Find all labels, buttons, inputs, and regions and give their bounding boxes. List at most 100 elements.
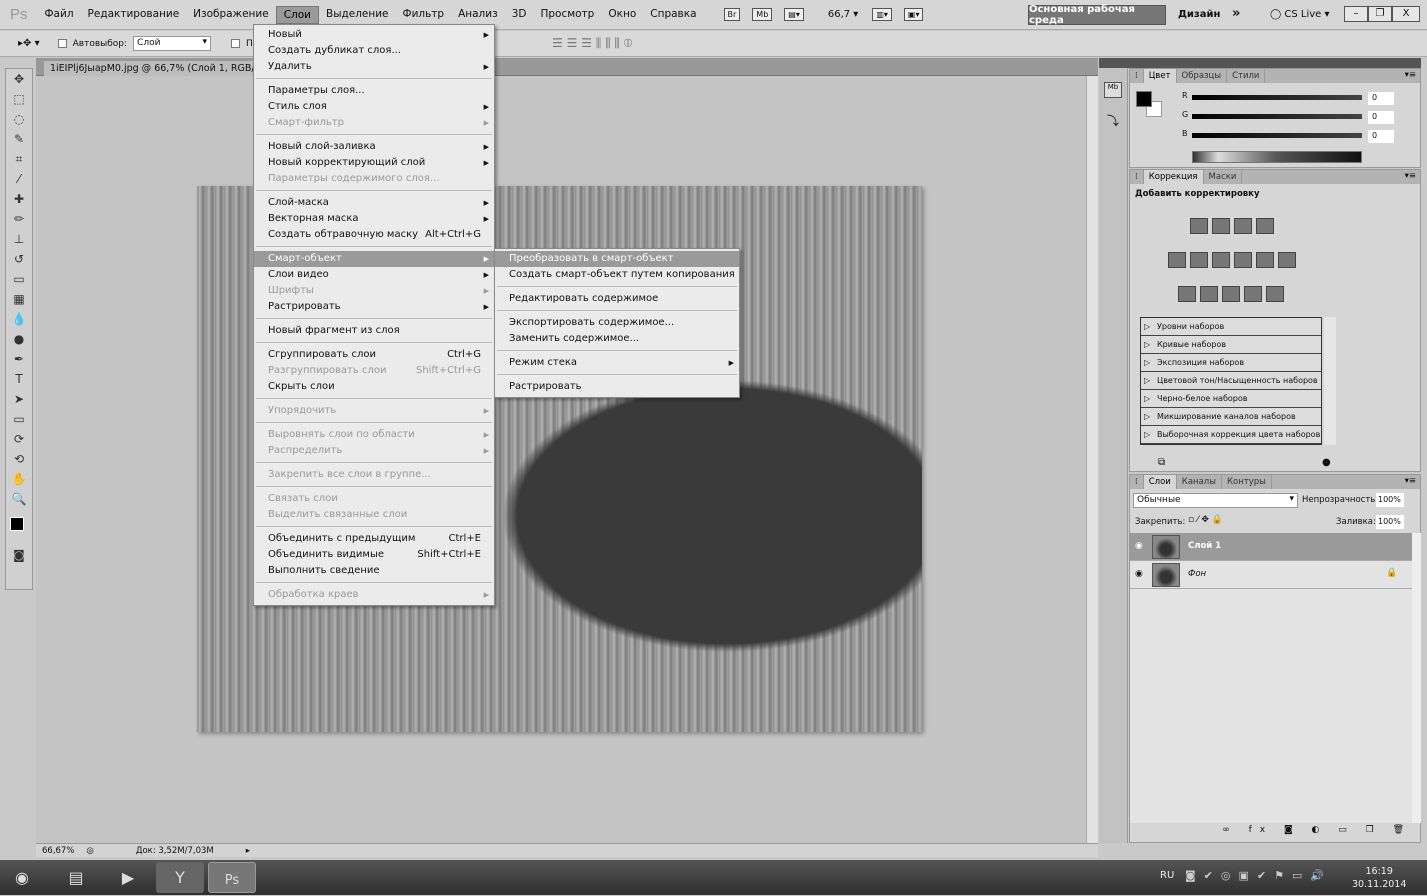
fill-input[interactable]: 100% <box>1376 515 1404 529</box>
panel-menu-icon[interactable]: ▾≡ <box>1405 476 1416 486</box>
menu-item[interactable]: Экспортировать содержимое... <box>495 315 739 331</box>
taskbar-media-player[interactable]: ▶ <box>104 862 152 893</box>
menu-1[interactable]: Редактирование <box>81 6 187 24</box>
canvas-vertical-scrollbar[interactable] <box>1086 76 1098 843</box>
threshold-icon[interactable] <box>1222 286 1240 302</box>
quick-mask-icon[interactable]: ◙ <box>6 545 32 565</box>
visibility-eye-icon[interactable]: ◉ <box>1135 541 1143 551</box>
tab-2[interactable]: Стили <box>1227 69 1266 83</box>
brightness-icon[interactable] <box>1190 218 1208 234</box>
zoom-dropdown[interactable]: 66,7 ▾ <box>828 9 858 20</box>
menu-item[interactable]: Новый корректирующий слой ▶ <box>254 155 494 171</box>
curves-icon[interactable] <box>1234 218 1252 234</box>
menu-item[interactable]: Скрыть слои <box>254 379 494 395</box>
channel-slider[interactable] <box>1192 133 1362 138</box>
menu-5[interactable]: Фильтр <box>396 6 452 24</box>
menu-2[interactable]: Изображение <box>186 6 276 24</box>
layer-row[interactable]: ◉ Слой 1 <box>1130 533 1412 561</box>
status-arrow-icon[interactable]: ▸ <box>240 846 256 856</box>
taskbar-browser[interactable]: Y <box>156 862 204 893</box>
layer-name[interactable]: Фон <box>1188 569 1206 579</box>
menu-item[interactable]: Выполнить сведение <box>254 563 494 579</box>
menu-8[interactable]: Просмотр <box>533 6 601 24</box>
crop-tool-icon[interactable]: ⌗ <box>6 149 32 169</box>
panel-grip[interactable]: ⁞ <box>1130 475 1144 489</box>
menu-item[interactable]: Разгруппировать слои Shift+Ctrl+G <box>254 363 494 379</box>
pen-tool-icon[interactable]: ✒ <box>6 349 32 369</box>
language-indicator[interactable]: RU <box>1160 870 1174 881</box>
black-white-icon[interactable] <box>1234 252 1252 268</box>
minibridge-button[interactable]: Mb <box>752 8 773 21</box>
minibridge-panel-icon[interactable]: Mb <box>1104 82 1122 98</box>
tab-2[interactable]: Контуры <box>1222 475 1272 489</box>
posterize-icon[interactable] <box>1200 286 1218 302</box>
visibility-eye-icon[interactable]: ◉ <box>1135 569 1143 579</box>
tray-icons[interactable]: ◙✔◎▣✔⚑▭🔊 <box>1185 869 1332 882</box>
dock-header[interactable] <box>1099 58 1421 68</box>
view-extras-button[interactable]: ▤▾ <box>784 8 804 21</box>
panel-menu-icon[interactable]: ▾≡ <box>1405 171 1416 181</box>
foreground-color-swatch[interactable] <box>10 517 24 531</box>
eraser-tool-icon[interactable]: ▭ <box>6 269 32 289</box>
clock[interactable]: 16:19 30.11.2014 <box>1352 865 1406 891</box>
history-brush-icon[interactable]: ↺ <box>6 249 32 269</box>
shape-tool-icon[interactable]: ▭ <box>6 409 32 429</box>
channel-value-input[interactable]: 0 <box>1368 130 1394 143</box>
arrange-button[interactable]: ▥▾ <box>872 8 892 21</box>
menu-item[interactable]: Смарт-фильтр ▶ <box>254 115 494 131</box>
show-transform-checkbox[interactable] <box>231 39 241 48</box>
menu-item[interactable]: Новый слой-заливка ▶ <box>254 139 494 155</box>
panel-grip[interactable]: ⁞ <box>1130 69 1144 83</box>
preset-item[interactable]: Микширование каналов наборов <box>1141 408 1321 426</box>
menu-item[interactable]: Растрировать <box>495 379 739 395</box>
menu-item[interactable]: Шрифты ▶ <box>254 283 494 299</box>
menu-item[interactable]: Создать дубликат слоя... <box>254 43 494 59</box>
menu-6[interactable]: Анализ <box>451 6 505 24</box>
layer-name[interactable]: Слой 1 <box>1188 541 1221 551</box>
menu-item[interactable]: Заменить содержимое... <box>495 331 739 347</box>
menu-item[interactable]: Распределить ▶ <box>254 443 494 459</box>
menu-item[interactable]: Упорядочить ▶ <box>254 403 494 419</box>
channel-mixer-icon[interactable] <box>1278 252 1296 268</box>
menu-0[interactable]: Файл <box>38 6 81 24</box>
document-tab[interactable]: 1iEIPlj6JыapM0.jpg @ 66,7% (Слой 1, RGB/… <box>44 61 279 76</box>
cs-live-button[interactable]: ◯ CS Live ▾ <box>1270 9 1330 20</box>
menu-item[interactable]: Слои видео ▶ <box>254 267 494 283</box>
taskbar-explorer[interactable]: ▤ <box>52 862 100 893</box>
menu-item[interactable]: Новый ▶ <box>254 27 494 43</box>
marquee-tool-icon[interactable]: ⬚ <box>6 89 32 109</box>
lasso-tool-icon[interactable]: ◌ <box>6 109 32 129</box>
screen-mode-button[interactable]: ▣▾ <box>903 8 924 21</box>
menu-9[interactable]: Окно <box>601 6 643 24</box>
menu-item[interactable]: Векторная маска ▶ <box>254 211 494 227</box>
preset-item[interactable]: Кривые наборов <box>1141 336 1321 354</box>
brush-tool-icon[interactable]: ✏ <box>6 209 32 229</box>
bridge-button[interactable]: Br <box>723 8 741 21</box>
zoom-tool-icon[interactable]: 🔍 <box>6 489 32 509</box>
menu-item[interactable]: Слой-маска ▶ <box>254 195 494 211</box>
color-spectrum-bar[interactable] <box>1192 151 1362 163</box>
eyedropper-tool-icon[interactable]: ⁄ <box>6 169 32 189</box>
channel-slider[interactable] <box>1192 95 1362 100</box>
menu-item[interactable]: Создать смарт-объект путем копирования <box>495 267 739 283</box>
panel-menu-icon[interactable]: ▾≡ <box>1405 70 1416 80</box>
menu-3[interactable]: Слои <box>275 5 319 24</box>
hand-tool-icon[interactable]: ✋ <box>6 469 32 489</box>
3d-rotate-tool-icon[interactable]: ⟳ <box>6 429 32 449</box>
move-tool-preset-icon[interactable]: ▸✥ ▾ <box>18 38 40 49</box>
menu-item[interactable]: Объединить с предыдущим Ctrl+E <box>254 531 494 547</box>
expand-view-icon[interactable]: ⧉ <box>1158 457 1165 468</box>
tab-1[interactable]: Маски <box>1204 170 1243 184</box>
history-panel-icon[interactable]: ⤵ <box>1104 112 1122 129</box>
restore-button[interactable]: ❐ <box>1368 6 1392 22</box>
photo-filter-icon[interactable] <box>1256 252 1274 268</box>
menu-item[interactable]: Объединить видимые Shift+Ctrl+E <box>254 547 494 563</box>
menu-item[interactable]: Смарт-объект ▶ <box>254 251 494 267</box>
menu-item[interactable]: Закрепить все слои в группе... <box>254 467 494 483</box>
blend-mode-dropdown[interactable]: Обычные <box>1133 493 1298 508</box>
more-workspaces-button[interactable]: » <box>1232 6 1240 21</box>
menu-item[interactable]: Стиль слоя ▶ <box>254 99 494 115</box>
menu-item[interactable]: Новый фрагмент из слоя <box>254 323 494 339</box>
preset-item[interactable]: Выборочная коррекция цвета наборов <box>1141 426 1321 444</box>
presets-scrollbar[interactable] <box>1324 317 1336 445</box>
